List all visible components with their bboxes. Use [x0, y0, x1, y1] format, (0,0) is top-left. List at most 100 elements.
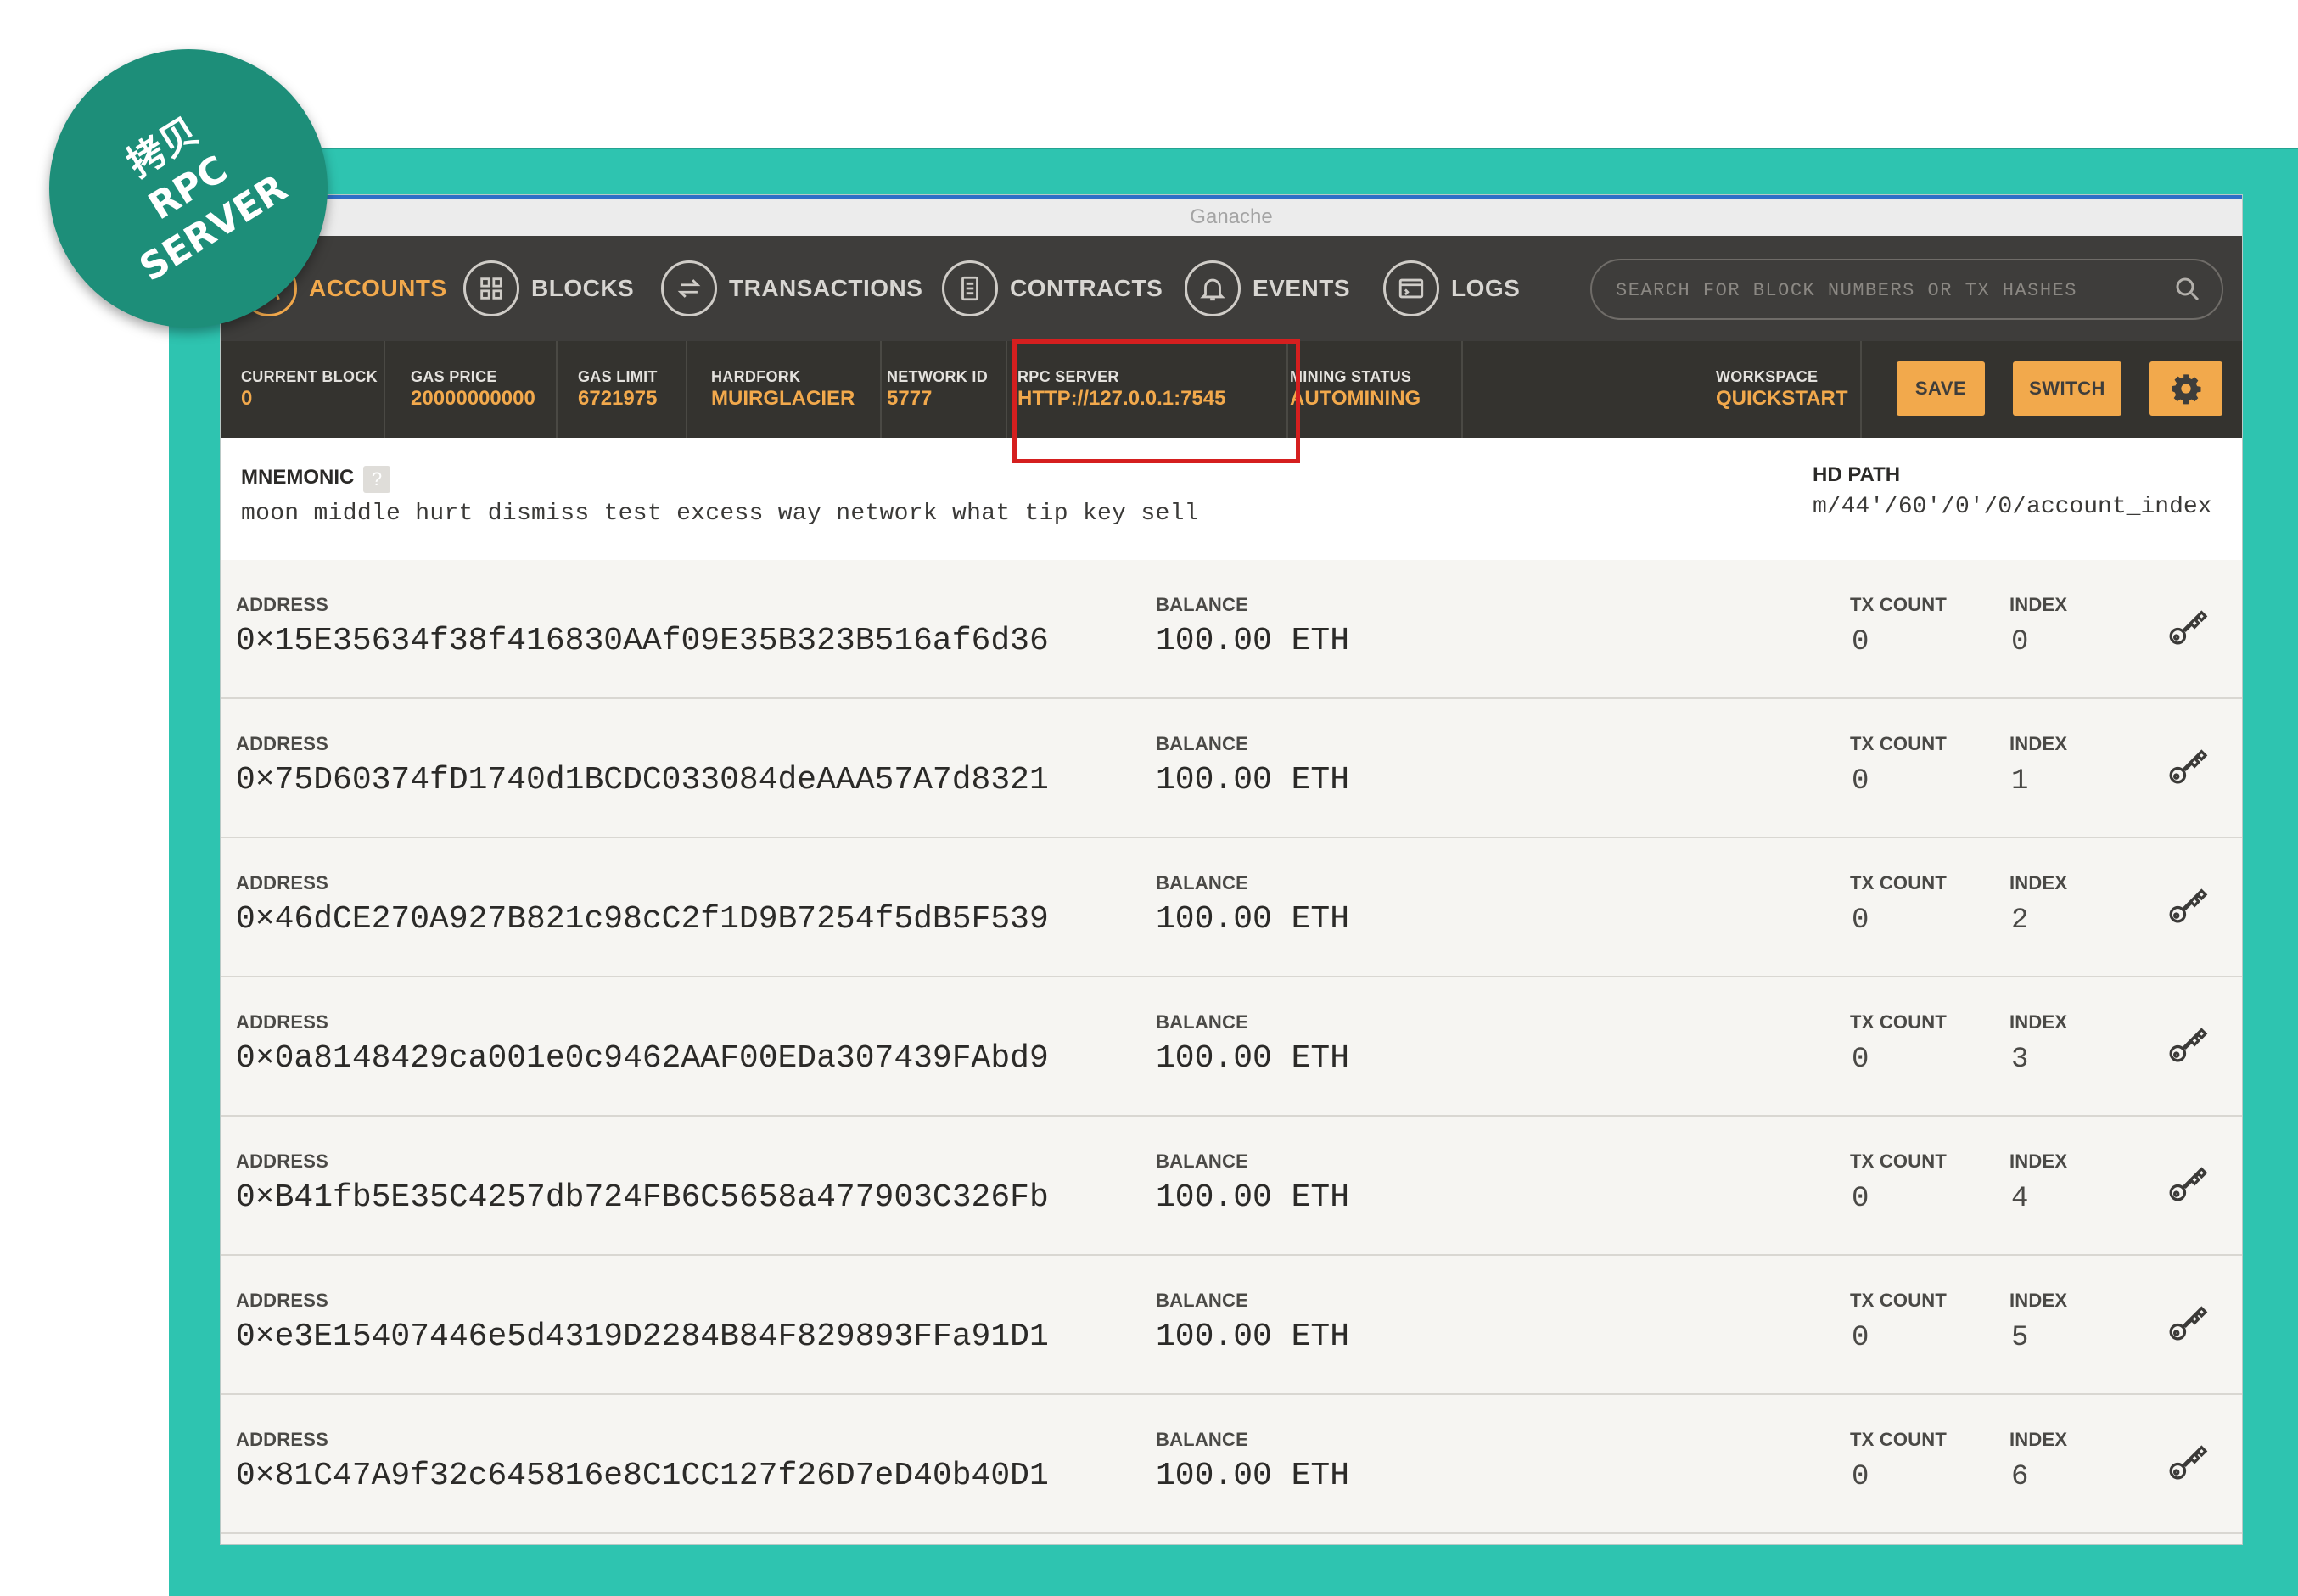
account-row[interactable]: ADDRESS 0×75D60374fD1740d1BCDC033084deAAA… — [221, 699, 2242, 838]
account-balance: 100.00 ETH — [1156, 901, 1350, 938]
window-title: Ganache — [221, 195, 2242, 236]
address-label: ADDRESS — [236, 1290, 328, 1311]
balance-label: BALANCE — [1156, 1011, 1248, 1033]
rpc-server-highlight — [1012, 339, 1300, 463]
stat-mining-status: MINING STATUS AUTOMINING — [1286, 341, 1456, 438]
account-row[interactable]: ADDRESS 0×e3E15407446e5d4319D2284B84F8298… — [221, 1256, 2242, 1395]
search-box[interactable] — [1590, 259, 2223, 320]
stat-workspace: WORKSPACE QUICKSTART — [1716, 341, 1894, 438]
stat-current-block: CURRENT BLOCK 0 — [221, 341, 384, 438]
account-row[interactable]: ADDRESS 0×B41fb5E35C4257db724FB6C5658a477… — [221, 1117, 2242, 1256]
mnemonic-label: MNEMONIC — [241, 466, 355, 489]
stat-hardfork: HARDFORK MUIRGLACIER — [686, 341, 855, 438]
current-block-value: 0 — [241, 387, 253, 410]
index-label: INDEX — [2009, 1011, 2068, 1033]
account-tx-count: 0 — [1852, 1461, 1869, 1493]
key-icon[interactable] — [2164, 1437, 2211, 1485]
account-row[interactable]: ADDRESS 0×0a8148429ca001e0c9462AAF00EDa30… — [221, 977, 2242, 1117]
logs-icon — [1383, 260, 1439, 316]
index-label: INDEX — [2009, 872, 2068, 893]
address-label: ADDRESS — [236, 1429, 328, 1450]
account-index: 5 — [2011, 1322, 2029, 1354]
tx-count-label: TX COUNT — [1850, 1290, 1948, 1311]
key-icon[interactable] — [2164, 602, 2211, 650]
search-input[interactable] — [1614, 260, 2161, 320]
nav-blocks[interactable]: BLOCKS — [463, 236, 634, 341]
gear-icon — [2172, 374, 2201, 405]
account-address: 0×15E35634f38f416830AAf09E35B323B516af6d… — [236, 623, 1049, 659]
account-address: 0×81C47A9f32c645816e8C1CC127f26D7eD40b40… — [236, 1458, 1049, 1494]
search-icon[interactable] — [2172, 274, 2203, 305]
index-label: INDEX — [2009, 1429, 2068, 1450]
account-index: 3 — [2011, 1044, 2029, 1076]
index-label: INDEX — [2009, 594, 2068, 615]
balance-label: BALANCE — [1156, 1290, 1248, 1311]
current-block-label: CURRENT BLOCK — [241, 368, 378, 385]
stat-network-id: NETWORK ID 5777 — [880, 341, 1016, 438]
account-row[interactable]: ADDRESS 0×81C47A9f32c645816e8C1CC127f26D7… — [221, 1395, 2242, 1534]
gas-limit-label: GAS LIMIT — [578, 368, 658, 385]
account-index: 4 — [2011, 1183, 2029, 1215]
accounts-list: ADDRESS 0×15E35634f38f416830AAf09E35B323B… — [221, 560, 2242, 1534]
account-tx-count: 0 — [1852, 904, 1869, 937]
workspace-label: WORKSPACE — [1716, 368, 1819, 385]
account-balance: 100.00 ETH — [1156, 1319, 1350, 1355]
address-label: ADDRESS — [236, 1151, 328, 1172]
hardfork-value: MUIRGLACIER — [711, 387, 855, 410]
mining-status-label: MINING STATUS — [1290, 368, 1412, 385]
account-tx-count: 0 — [1852, 1322, 1869, 1354]
gas-limit-value: 6721975 — [578, 387, 658, 410]
balance-label: BALANCE — [1156, 872, 1248, 893]
mining-status-value: AUTOMINING — [1290, 387, 1421, 410]
switch-button[interactable]: SWITCH — [2013, 361, 2121, 416]
address-label: ADDRESS — [236, 872, 328, 893]
balance-label: BALANCE — [1156, 1151, 1248, 1172]
account-balance: 100.00 ETH — [1156, 623, 1350, 659]
account-row[interactable]: ADDRESS 0×46dCE270A927B821c98cC2f1D9B7254… — [221, 838, 2242, 977]
divider — [1461, 341, 1463, 438]
network-id-label: NETWORK ID — [887, 368, 988, 385]
account-index: 6 — [2011, 1461, 2029, 1493]
help-icon[interactable]: ? — [363, 466, 390, 493]
blocks-icon — [463, 260, 519, 316]
tx-count-label: TX COUNT — [1850, 1151, 1948, 1172]
account-address: 0×B41fb5E35C4257db724FB6C5658a477903C326… — [236, 1179, 1049, 1216]
tx-count-label: TX COUNT — [1850, 594, 1948, 615]
network-id-value: 5777 — [887, 387, 933, 410]
account-address: 0×46dCE270A927B821c98cC2f1D9B7254f5dB5F5… — [236, 901, 1049, 938]
workspace-value: QUICKSTART — [1716, 387, 1848, 410]
nav-contracts[interactable]: CONTRACTS — [942, 236, 1163, 341]
key-icon[interactable] — [2164, 1159, 2211, 1207]
account-address: 0×75D60374fD1740d1BCDC033084deAAA57A7d83… — [236, 762, 1049, 798]
key-icon[interactable] — [2164, 881, 2211, 928]
save-button[interactable]: SAVE — [1897, 361, 1985, 416]
nav-contracts-label: CONTRACTS — [1010, 275, 1163, 301]
nav-events[interactable]: EVENTS — [1185, 236, 1350, 341]
account-tx-count: 0 — [1852, 626, 1869, 658]
key-icon[interactable] — [2164, 1020, 2211, 1067]
address-label: ADDRESS — [236, 1011, 328, 1033]
gas-price-value: 20000000000 — [411, 387, 535, 410]
tx-count-label: TX COUNT — [1850, 1011, 1948, 1033]
nav-logs-label: LOGS — [1451, 275, 1521, 301]
account-address: 0×0a8148429ca001e0c9462AAF00EDa307439FAb… — [236, 1040, 1049, 1077]
key-icon[interactable] — [2164, 742, 2211, 789]
nav-transactions[interactable]: TRANSACTIONS — [661, 236, 922, 341]
nav-accounts-label: ACCOUNTS — [309, 275, 447, 301]
nav-logs[interactable]: LOGS — [1383, 236, 1520, 341]
bell-icon — [1185, 260, 1241, 316]
tx-count-label: TX COUNT — [1850, 733, 1948, 754]
gas-price-label: GAS PRICE — [411, 368, 497, 385]
account-address: 0×e3E15407446e5d4319D2284B84F829893FFa91… — [236, 1319, 1049, 1355]
account-tx-count: 0 — [1852, 1183, 1869, 1215]
key-icon[interactable] — [2164, 1298, 2211, 1346]
settings-button[interactable] — [2149, 361, 2222, 416]
account-index: 1 — [2011, 765, 2029, 798]
account-index: 0 — [2011, 626, 2029, 658]
account-tx-count: 0 — [1852, 1044, 1869, 1076]
account-balance: 100.00 ETH — [1156, 762, 1350, 798]
balance-label: BALANCE — [1156, 733, 1248, 754]
address-label: ADDRESS — [236, 594, 328, 615]
account-row[interactable]: ADDRESS 0×15E35634f38f416830AAf09E35B323B… — [221, 560, 2242, 699]
balance-label: BALANCE — [1156, 1429, 1248, 1450]
